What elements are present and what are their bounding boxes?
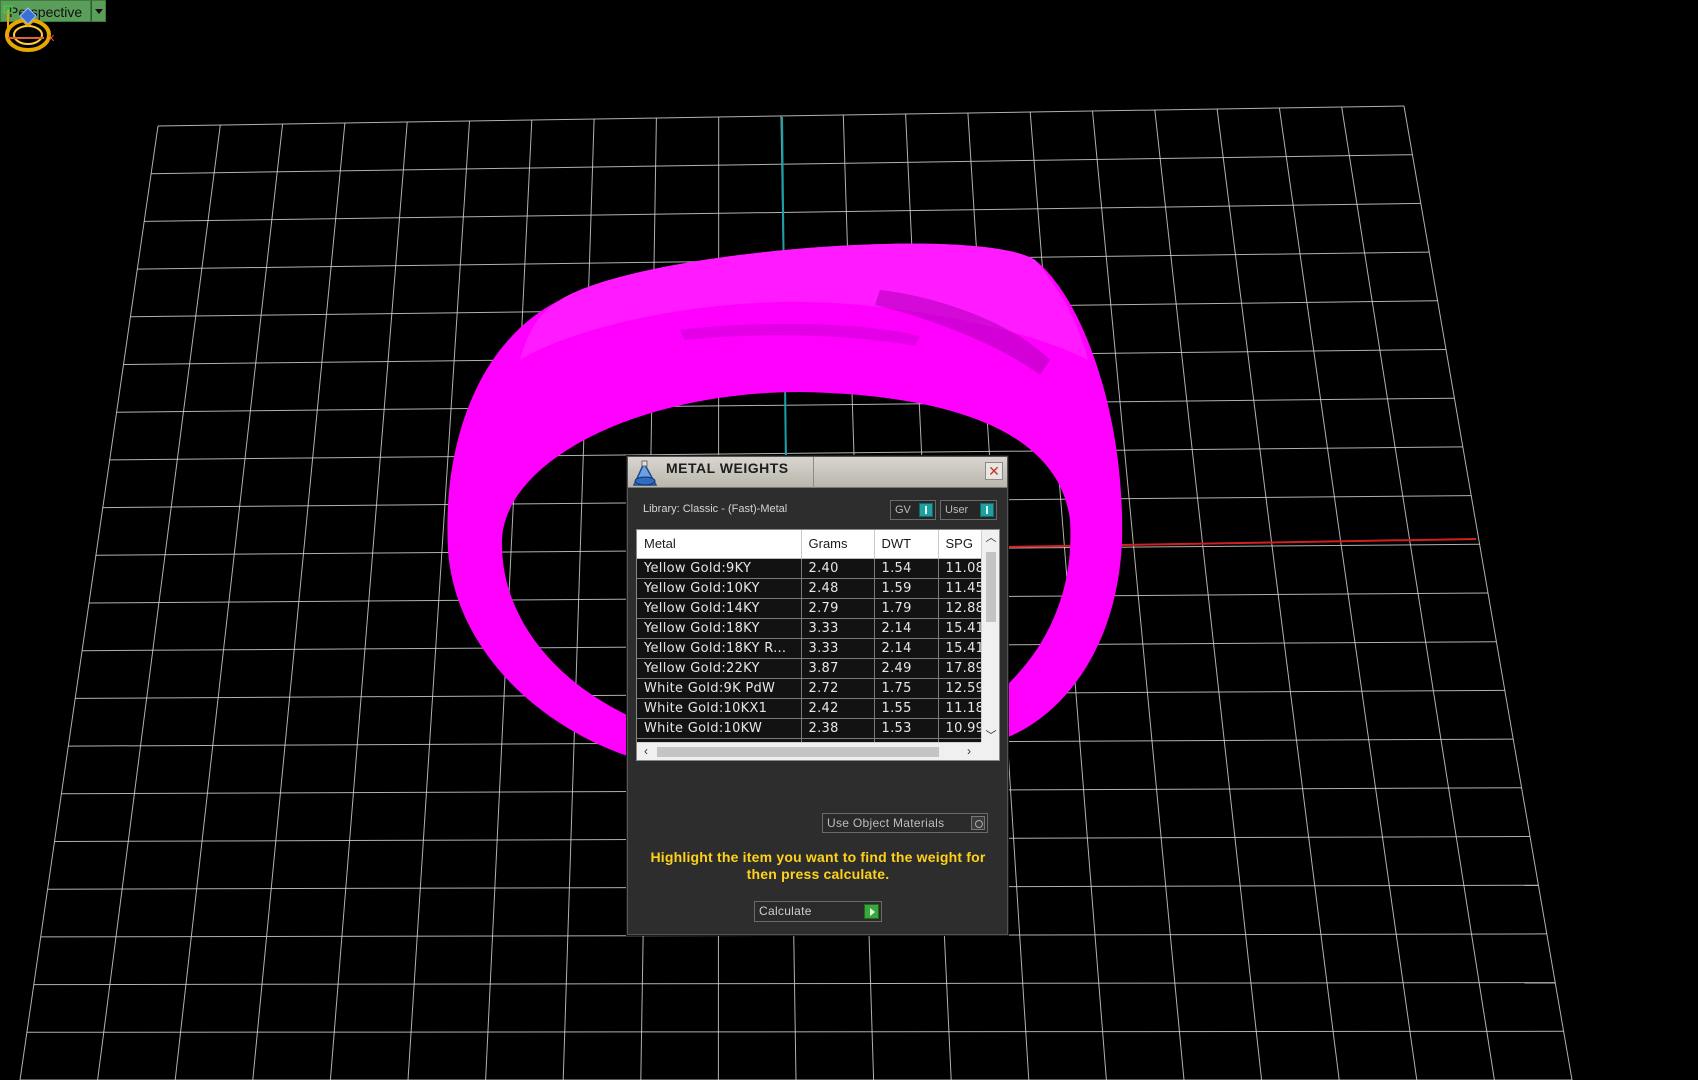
table-row[interactable]: Yellow Gold:14KY 2.79 1.79 12.88	[637, 598, 983, 619]
calculate-label: Calculate	[759, 904, 812, 918]
cell-grams[interactable]: 3.33	[801, 638, 875, 659]
cell-dwt[interactable]: 2.14	[874, 618, 939, 639]
axis-z-label: z	[5, 6, 9, 15]
cell-metal[interactable]: White Gold:10KW	[637, 718, 802, 739]
gv-toggle-knob[interactable]	[919, 503, 933, 517]
cell-spg[interactable]: 10.99	[938, 718, 983, 739]
user-toggle-label: User	[945, 504, 969, 516]
table-header-row: Metal Grams DWT SPG	[637, 530, 983, 559]
axis-x-label: x	[48, 31, 55, 44]
cell-grams[interactable]: 3.87	[801, 658, 875, 679]
scroll-left-icon[interactable]: ‹	[640, 745, 652, 757]
cell-grams[interactable]: 2.48	[801, 578, 875, 599]
viewport-dropdown-button[interactable]	[91, 0, 107, 22]
user-toggle-knob[interactable]	[980, 503, 994, 517]
table-row[interactable]: Yellow Gold:9KY 2.40 1.54 11.08	[637, 558, 983, 579]
calculate-button[interactable]: Calculate	[754, 901, 882, 922]
cell-metal[interactable]: Yellow Gold:18KY	[637, 618, 802, 639]
scroll-right-icon[interactable]: ›	[963, 745, 975, 757]
cell-dwt[interactable]: 1.75	[874, 678, 939, 699]
table-horizontal-scrollbar[interactable]: ‹ ›	[637, 742, 983, 760]
scrollbar-corner	[981, 742, 999, 760]
close-icon[interactable]: ✕	[985, 462, 1003, 480]
library-label: Library: Classic - (Fast)-Metal	[643, 503, 788, 515]
gv-toggle-label: GV	[895, 504, 911, 516]
use-object-materials-label: Use Object Materials	[827, 816, 945, 830]
cell-grams[interactable]: 2.40	[801, 558, 875, 579]
cell-spg[interactable]: 15.41	[938, 618, 983, 639]
cell-dwt[interactable]: 2.14	[874, 638, 939, 659]
cell-dwt[interactable]: 1.55	[874, 698, 939, 719]
vertical-scroll-thumb[interactable]	[986, 552, 996, 622]
cell-spg[interactable]: 12.88	[938, 598, 983, 619]
cell-dwt[interactable]: 1.59	[874, 578, 939, 599]
dialog-titlebar[interactable]: METAL WEIGHTS ✕	[628, 457, 1007, 488]
axis-gizmo-icon: z x	[3, 5, 55, 44]
cell-dwt[interactable]: 1.54	[874, 558, 939, 579]
table-row[interactable]: Yellow Gold:22KY 3.87 2.49 17.89	[637, 658, 983, 679]
column-header-spg[interactable]: SPG	[938, 530, 983, 559]
use-object-materials-radio[interactable]	[971, 816, 985, 830]
table-row[interactable]: White Gold:10KX1 2.42 1.55 11.18	[637, 698, 983, 719]
cell-grams[interactable]: 2.72	[801, 678, 875, 699]
cell-spg[interactable]: 11.08	[938, 558, 983, 579]
table-row[interactable]: White Gold:9K PdW 2.72 1.75 12.59	[637, 678, 983, 699]
cell-metal[interactable]: Yellow Gold:18KY R...	[637, 638, 802, 659]
horizontal-scroll-thumb[interactable]	[657, 747, 939, 757]
metal-weights-dialog: METAL WEIGHTS ✕ Library: Classic - (Fast…	[627, 456, 1008, 935]
table-vertical-scrollbar[interactable]: ︿ ﹀	[981, 530, 999, 744]
cell-dwt[interactable]: 1.53	[874, 718, 939, 739]
user-toggle[interactable]: User	[940, 500, 997, 520]
scroll-up-icon[interactable]: ︿	[985, 532, 997, 544]
table-row[interactable]: White Gold:10KW 2.38 1.53 10.99	[637, 718, 983, 739]
cell-spg[interactable]: 17.89	[938, 658, 983, 679]
table-row[interactable]: Yellow Gold:18KY 3.33 2.14 15.41	[637, 618, 983, 639]
use-object-materials-toggle[interactable]: Use Object Materials	[822, 813, 988, 833]
cell-metal[interactable]: White Gold:10KX1	[637, 698, 802, 719]
metal-weights-table[interactable]: Metal Grams DWT SPG Yellow Gold:9KY 2.40 1…	[636, 529, 1000, 761]
cell-grams[interactable]: 3.33	[801, 618, 875, 639]
cell-dwt[interactable]: 2.49	[874, 658, 939, 679]
cell-metal[interactable]: Yellow Gold:9KY	[637, 558, 802, 579]
column-header-metal[interactable]: Metal	[637, 530, 802, 559]
play-icon[interactable]	[864, 904, 879, 919]
cell-spg[interactable]: 11.45	[938, 578, 983, 599]
column-header-grams[interactable]: Grams	[801, 530, 875, 559]
cell-metal[interactable]: Yellow Gold:14KY	[637, 598, 802, 619]
table-grid[interactable]: Metal Grams DWT SPG Yellow Gold:9KY 2.40 1…	[637, 530, 983, 744]
cell-grams[interactable]: 2.79	[801, 598, 875, 619]
cell-dwt[interactable]: 1.79	[874, 598, 939, 619]
scroll-down-icon[interactable]: ﹀	[985, 730, 997, 742]
dialog-title: METAL WEIGHTS	[666, 457, 814, 488]
cell-grams[interactable]: 2.42	[801, 698, 875, 719]
cell-metal[interactable]: Yellow Gold:10KY	[637, 578, 802, 599]
table-row[interactable]: Yellow Gold:18KY R... 3.33 2.14 15.41	[637, 638, 983, 659]
cell-grams[interactable]: 2.38	[801, 718, 875, 739]
table-row[interactable]: Yellow Gold:10KY 2.48 1.59 11.45	[637, 578, 983, 599]
instruction-text: Highlight the item you want to find the …	[650, 849, 986, 882]
cell-metal[interactable]: Yellow Gold:22KY	[637, 658, 802, 679]
cell-metal[interactable]: White Gold:9K PdW	[637, 678, 802, 699]
cell-spg[interactable]: 11.18	[938, 698, 983, 719]
gv-toggle[interactable]: GV	[890, 500, 936, 520]
cell-spg[interactable]: 12.59	[938, 678, 983, 699]
metal-weights-icon	[632, 460, 658, 486]
column-header-dwt[interactable]: DWT	[874, 530, 939, 559]
cell-spg[interactable]: 15.41	[938, 638, 983, 659]
